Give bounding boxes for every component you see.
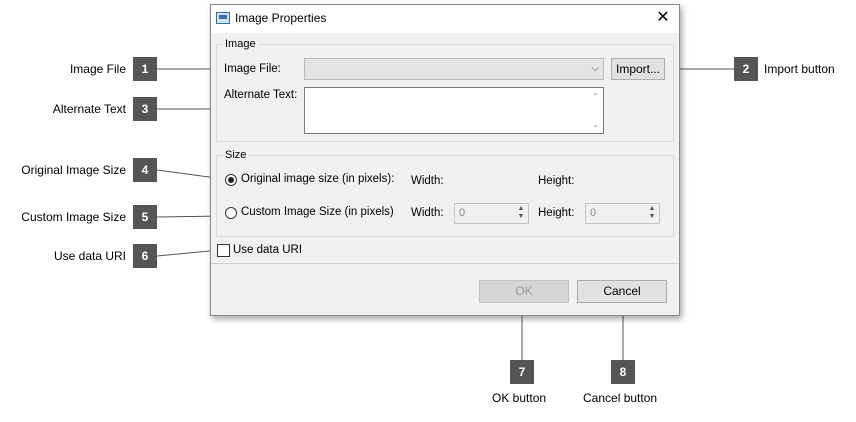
alternate-text-input[interactable]: ⌃ ⌄ bbox=[304, 87, 604, 134]
size-group bbox=[216, 155, 674, 237]
image-properties-dialog: Image Properties ✕ Image Image File: ⌵ I… bbox=[210, 4, 680, 316]
callout-badge-8: 8 bbox=[611, 360, 635, 384]
use-data-uri-checkbox[interactable] bbox=[217, 244, 230, 257]
callout-label-2: Import button bbox=[764, 62, 835, 76]
custom-size-radio[interactable] bbox=[225, 207, 237, 219]
cancel-button[interactable]: Cancel bbox=[577, 280, 667, 303]
height-spin-buttons[interactable]: ▲ ▼ bbox=[646, 205, 658, 221]
close-icon[interactable]: ✕ bbox=[653, 8, 673, 28]
callout-badge-3: 3 bbox=[133, 97, 157, 121]
chevron-down-icon[interactable]: ⌵ bbox=[591, 63, 599, 74]
custom-size-label[interactable]: Custom Image Size (in pixels) bbox=[241, 206, 394, 218]
dialog-title: Image Properties bbox=[235, 11, 327, 25]
callout-label-5: Custom Image Size bbox=[21, 210, 126, 224]
callout-label-3: Alternate Text bbox=[52, 102, 126, 116]
image-group-legend: Image bbox=[223, 38, 258, 50]
custom-width-value: 0 bbox=[459, 207, 466, 219]
callout-badge-1: 1 bbox=[133, 57, 157, 81]
custom-height-value: 0 bbox=[590, 207, 597, 219]
original-height-label: Height: bbox=[538, 175, 575, 187]
callout-badge-6: 6 bbox=[133, 244, 157, 268]
callout-label-8: Cancel button bbox=[583, 391, 658, 405]
original-size-label[interactable]: Original image size (in pixels): bbox=[241, 173, 394, 185]
size-group-legend: Size bbox=[223, 149, 249, 161]
import-button[interactable]: Import... bbox=[611, 58, 665, 80]
ok-button[interactable]: OK bbox=[479, 280, 569, 303]
callout-badge-2: 2 bbox=[734, 57, 758, 81]
width-spin-buttons[interactable]: ▲ ▼ bbox=[515, 205, 527, 221]
spin-down-icon[interactable]: ▼ bbox=[646, 213, 658, 221]
footer-divider bbox=[211, 263, 679, 264]
custom-width-stepper[interactable]: 0 ▲ ▼ bbox=[454, 203, 529, 224]
spin-up-icon[interactable]: ▲ bbox=[515, 205, 527, 213]
use-data-uri-label[interactable]: Use data URI bbox=[233, 244, 302, 256]
custom-height-stepper[interactable]: 0 ▲ ▼ bbox=[585, 203, 660, 224]
custom-width-label: Width: bbox=[411, 207, 444, 219]
original-size-radio[interactable] bbox=[225, 174, 237, 186]
alternate-text-label: Alternate Text: bbox=[224, 89, 298, 101]
image-file-combobox[interactable]: ⌵ bbox=[304, 58, 604, 80]
callout-badge-5: 5 bbox=[133, 205, 157, 229]
scroll-down-icon[interactable]: ⌄ bbox=[592, 120, 599, 129]
title-bar[interactable]: Image Properties ✕ bbox=[211, 5, 679, 33]
spin-up-icon[interactable]: ▲ bbox=[646, 205, 658, 213]
custom-height-label: Height: bbox=[538, 207, 575, 219]
image-file-label: Image File: bbox=[224, 63, 281, 75]
callout-label-6: Use data URI bbox=[53, 249, 126, 263]
app-window-icon bbox=[216, 12, 230, 24]
callout-label-1: Image File bbox=[69, 62, 126, 76]
callout-label-4: Original Image Size bbox=[21, 163, 126, 177]
callout-badge-7: 7 bbox=[510, 360, 534, 384]
original-width-label: Width: bbox=[411, 175, 444, 187]
callout-badge-4: 4 bbox=[133, 158, 157, 182]
spin-down-icon[interactable]: ▼ bbox=[515, 213, 527, 221]
scroll-up-icon[interactable]: ⌃ bbox=[592, 92, 599, 101]
callout-label-7: OK button bbox=[492, 391, 547, 405]
